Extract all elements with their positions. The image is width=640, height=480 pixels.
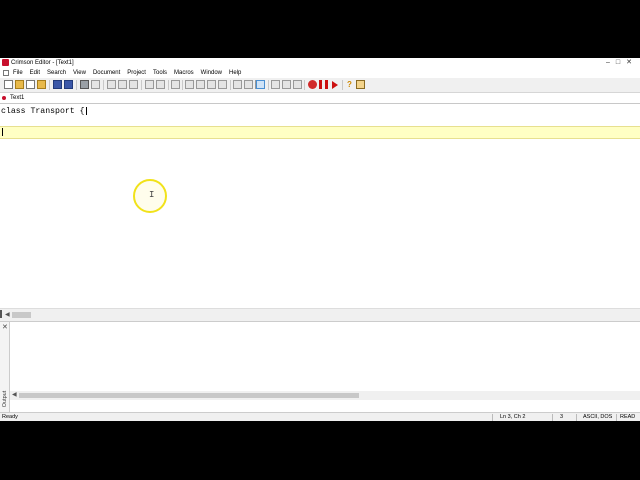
output-horizontal-scrollbar[interactable]: ◀ xyxy=(10,391,640,400)
spell-check-icon[interactable] xyxy=(271,80,280,89)
scrollbar-thumb[interactable] xyxy=(12,312,31,318)
output-panel-sidebar: ✕ Output xyxy=(0,322,10,413)
select-all-icon[interactable] xyxy=(171,80,180,89)
text-cursor-mark xyxy=(85,107,87,115)
maximize-icon[interactable]: □ xyxy=(616,59,626,66)
tab-text1[interactable]: Text1 xyxy=(2,93,24,103)
toolbar-separator xyxy=(103,80,104,90)
ibeam-cursor-icon: I xyxy=(149,190,155,200)
window-cascade-icon[interactable] xyxy=(244,80,253,89)
editor-area[interactable]: class Transport { I xyxy=(0,104,640,308)
toolbar-separator xyxy=(168,80,169,90)
goto-icon[interactable] xyxy=(218,80,227,89)
scroll-left-icon[interactable]: ◀ xyxy=(12,392,17,399)
menu-view[interactable]: View xyxy=(73,68,86,78)
help-icon[interactable]: ? xyxy=(345,80,354,89)
menu-bar: File Edit Search View Document Project T… xyxy=(0,68,640,78)
status-mode: READ xyxy=(620,414,636,420)
print-preview-icon[interactable] xyxy=(91,80,100,89)
save-icon[interactable] xyxy=(53,80,62,89)
minimize-icon[interactable]: – xyxy=(606,59,616,66)
status-ready: Ready xyxy=(2,414,18,420)
app-logo-icon xyxy=(2,59,9,66)
document-menu-icon[interactable] xyxy=(3,70,9,76)
document-tab-icon xyxy=(2,96,6,100)
toolbar-separator xyxy=(182,80,183,90)
window-controls: –□✕ xyxy=(606,58,638,68)
menu-file[interactable]: File xyxy=(13,68,23,78)
menu-edit[interactable]: Edit xyxy=(30,68,40,78)
menu-project[interactable]: Project xyxy=(127,68,146,78)
menu-tools[interactable]: Tools xyxy=(153,68,167,78)
pause-macro-icon[interactable] xyxy=(319,80,328,89)
list-icon[interactable] xyxy=(293,80,302,89)
column-mode-icon[interactable] xyxy=(282,80,291,89)
current-line-highlight xyxy=(0,126,640,139)
document-tab-bar: Text1 xyxy=(0,93,640,104)
save-all-icon[interactable] xyxy=(64,80,73,89)
find-next-icon[interactable] xyxy=(196,80,205,89)
record-macro-icon[interactable] xyxy=(308,80,317,89)
status-separator xyxy=(552,414,553,421)
output-panel-label: Output xyxy=(2,390,8,408)
menu-macros[interactable]: Macros xyxy=(174,68,194,78)
toolbar-separator xyxy=(230,80,231,90)
status-cursor-position: Ln 3, Ch 2 xyxy=(500,414,526,420)
word-wrap-icon[interactable] xyxy=(256,80,265,89)
toolbar-separator xyxy=(141,80,142,90)
toolbar-separator xyxy=(304,80,305,90)
toolbar-separator xyxy=(49,80,50,90)
open-recent-icon[interactable] xyxy=(26,80,35,89)
cut-icon[interactable] xyxy=(107,80,116,89)
copy-icon[interactable] xyxy=(118,80,127,89)
open-project-icon[interactable] xyxy=(37,80,46,89)
replace-icon[interactable] xyxy=(207,80,216,89)
new-file-icon[interactable] xyxy=(4,80,13,89)
scroll-position-marker xyxy=(0,310,2,318)
status-separator xyxy=(492,414,493,421)
editor-horizontal-scrollbar[interactable]: ◀ xyxy=(0,308,640,322)
undo-icon[interactable] xyxy=(145,80,154,89)
status-separator xyxy=(576,414,577,421)
output-panel: ✕ Output ◀ xyxy=(0,321,640,413)
home-icon[interactable] xyxy=(356,80,365,89)
toolbar-separator xyxy=(268,80,269,90)
scrollbar-thumb[interactable] xyxy=(19,393,359,398)
play-macro-icon[interactable] xyxy=(332,81,338,89)
menu-document[interactable]: Document xyxy=(93,68,120,78)
toolbar-separator xyxy=(342,80,343,90)
toolbar: ? xyxy=(0,78,640,93)
close-panel-icon[interactable]: ✕ xyxy=(2,324,8,331)
window-title: Crimson Editor - [Text1] xyxy=(11,60,74,66)
text-caret xyxy=(2,128,3,136)
mouse-cursor-highlight: I xyxy=(133,179,167,213)
find-icon[interactable] xyxy=(185,80,194,89)
code-line-1-text: class Transport { xyxy=(1,107,85,117)
window-tile-icon[interactable] xyxy=(233,80,242,89)
paste-icon[interactable] xyxy=(129,80,138,89)
tab-label: Text1 xyxy=(10,95,25,101)
toolbar-separator xyxy=(76,80,77,90)
scroll-left-icon[interactable]: ◀ xyxy=(5,311,10,319)
open-folder-icon[interactable] xyxy=(15,80,24,89)
close-window-icon[interactable]: ✕ xyxy=(626,59,638,66)
status-count: 3 xyxy=(560,414,564,420)
crimson-editor-window: Crimson Editor - [Text1] –□✕ File Edit S… xyxy=(0,58,640,421)
menu-help[interactable]: Help xyxy=(229,68,241,78)
status-encoding: ASCII, DOS xyxy=(583,414,613,420)
print-icon[interactable] xyxy=(80,80,89,89)
title-bar: Crimson Editor - [Text1] –□✕ xyxy=(0,58,640,68)
status-bar: Ready Ln 3, Ch 2 3 ASCII, DOS READ xyxy=(0,412,640,421)
menu-window[interactable]: Window xyxy=(201,68,222,78)
status-separator xyxy=(616,414,617,421)
redo-icon[interactable] xyxy=(156,80,165,89)
menu-search[interactable]: Search xyxy=(47,68,66,78)
